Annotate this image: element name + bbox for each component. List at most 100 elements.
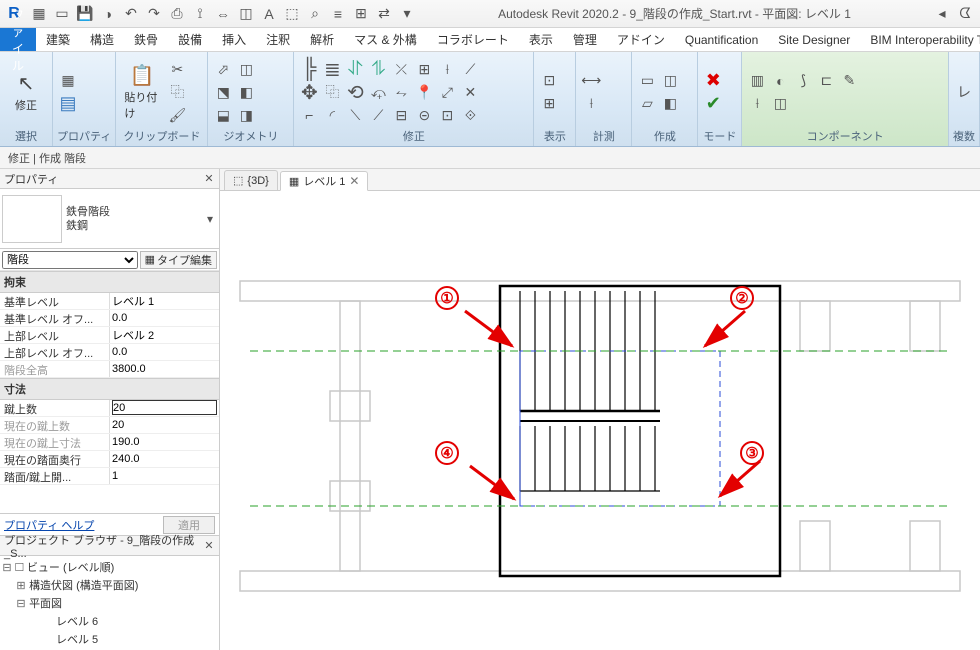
qat-section-icon[interactable]: ⌕ <box>304 3 326 25</box>
tab-steel[interactable]: 鉄骨 <box>124 28 168 51</box>
move-icon[interactable]: ✥ <box>298 81 320 103</box>
prop-palette-icon[interactable]: ▤ <box>57 93 79 115</box>
user-icon[interactable]: ᗧ <box>954 3 976 25</box>
split-g-icon[interactable]: ◧ <box>235 81 257 103</box>
qat-thin-icon[interactable]: ≡ <box>327 3 349 25</box>
file-tab[interactable]: ファイル <box>0 28 36 51</box>
align-icon[interactable]: ╠ <box>298 58 320 80</box>
trim-icon[interactable]: ⟊ <box>436 58 458 80</box>
tab-manage[interactable]: 管理 <box>563 28 607 51</box>
val-base-level[interactable] <box>112 293 217 308</box>
extend-icon[interactable]: ⟋ <box>459 58 481 80</box>
qat-redo-icon[interactable]: ↷ <box>143 3 165 25</box>
create1-icon[interactable]: ▭ <box>636 70 658 92</box>
run-icon[interactable]: ▥ <box>746 70 768 92</box>
qat-home-icon[interactable]: ▦ <box>28 3 50 25</box>
scale-icon[interactable]: ⤢ <box>436 81 458 103</box>
prop-top-off[interactable]: 上部レベル オフ... <box>0 344 219 361</box>
tab-close-icon[interactable]: ✕ <box>349 174 359 188</box>
split-icon[interactable]: ⤫ <box>390 58 412 80</box>
ext-s-icon[interactable]: ⟍ <box>344 104 366 126</box>
tree-l5[interactable]: レベル 5 <box>2 630 217 648</box>
gap-icon[interactable]: ⊟ <box>390 104 412 126</box>
tab-analyze[interactable]: 解析 <box>300 28 344 51</box>
qat-open-icon[interactable]: ▭ <box>51 3 73 25</box>
mirror-ax-icon[interactable]: ⥯ <box>344 58 366 80</box>
val-riser-ct[interactable] <box>112 400 217 415</box>
val-top-level[interactable] <box>112 327 217 342</box>
properties-close-icon[interactable]: ✕ <box>201 170 217 186</box>
override-icon[interactable]: ⊞ <box>538 93 560 115</box>
val-top-off[interactable] <box>112 344 217 359</box>
tab-view[interactable]: 表示 <box>519 28 563 51</box>
val-tread-d[interactable] <box>112 451 217 466</box>
tab-annot[interactable]: 注釈 <box>256 28 300 51</box>
tree-root[interactable]: ⊟ 🞎 ビュー (レベル順) <box>2 558 217 576</box>
tab-collab[interactable]: コラボレート <box>427 28 519 51</box>
prop-riser-ct[interactable]: 蹴上数 <box>0 400 219 417</box>
create2-icon[interactable]: ◫ <box>659 70 681 92</box>
properties-list[interactable]: 拘束 基準レベル 基準レベル オフ... 上部レベル 上部レベル オフ... 階… <box>0 271 219 513</box>
cope-icon[interactable]: ⬀ <box>212 58 234 80</box>
wall-j-icon[interactable]: ⬓ <box>212 104 234 126</box>
tree-l6[interactable]: レベル 6 <box>2 612 217 630</box>
type-dropdown-icon[interactable]: ▾ <box>203 212 217 226</box>
val-tread-rise[interactable] <box>112 468 217 483</box>
offset-icon[interactable]: ≣ <box>321 58 343 80</box>
tree-plan[interactable]: ⊟ 平面図 <box>2 594 217 612</box>
create4-icon[interactable]: ◧ <box>659 93 681 115</box>
browser-tree[interactable]: ⊟ 🞎 ビュー (レベル順) ⊞ 構造伏図 (構造平面図) ⊟ 平面図 レベル … <box>0 556 219 650</box>
mirror-dr-icon[interactable]: ⥮ <box>367 58 389 80</box>
tab-bim[interactable]: BIM Interoperability Tool <box>860 28 980 51</box>
multi-icon[interactable]: レ <box>953 81 975 103</box>
view-tab-level1[interactable]: ▦ レベル 1 ✕ <box>280 171 369 191</box>
copy-icon[interactable]: ⿻ <box>166 81 188 103</box>
split-el-icon[interactable]: ⥊ <box>390 81 412 103</box>
tab-insert[interactable]: 挿入 <box>212 28 256 51</box>
cut-g-icon[interactable]: ◫ <box>235 58 257 80</box>
trim-c-icon[interactable]: ⤽ <box>367 81 389 103</box>
join-icon[interactable]: ⬔ <box>212 81 234 103</box>
type-selector[interactable]: 鉄骨階段 鉄鋼 ▾ <box>0 189 219 249</box>
qat-text-icon[interactable]: A <box>258 3 280 25</box>
tab-arch[interactable]: 建築 <box>36 28 80 51</box>
browser-close-icon[interactable]: ✕ <box>201 537 217 553</box>
qat-dim-icon[interactable]: ⇔ <box>212 3 234 25</box>
measure-icon[interactable]: ⟷ <box>580 70 602 92</box>
arr-r-icon[interactable]: ⊡ <box>436 104 458 126</box>
modify-button[interactable]: ↖ 修正 <box>4 69 48 115</box>
rotate-icon[interactable]: ⟲ <box>344 81 366 103</box>
tab-mep[interactable]: 設備 <box>168 28 212 51</box>
val-base-off[interactable] <box>112 310 217 325</box>
prop-base-off[interactable]: 基準レベル オフ... <box>0 310 219 327</box>
prop-tread-d[interactable]: 現在の踏面奥行 <box>0 451 219 468</box>
create3-icon[interactable]: ▱ <box>636 93 658 115</box>
properties-help-link[interactable]: プロパティ ヘルプ <box>4 517 94 533</box>
view-tab-3d[interactable]: ⬚ {3D} <box>224 170 278 190</box>
qat-measure-icon[interactable]: ⟟ <box>189 3 211 25</box>
c1-icon[interactable]: ⟊ <box>746 93 768 115</box>
dim-m-icon[interactable]: ⟊ <box>580 93 602 115</box>
rail-icon[interactable]: ⊏ <box>815 70 837 92</box>
hide-icon[interactable]: ⊡ <box>538 70 560 92</box>
support-icon[interactable]: ⟆ <box>792 70 814 92</box>
category-select[interactable]: 階段 <box>2 251 138 269</box>
finish-mode-icon[interactable]: ✔ <box>702 93 724 115</box>
drawing-canvas[interactable]: ① ② ③ ④ <box>220 191 980 650</box>
tab-quant[interactable]: Quantification <box>675 28 768 51</box>
tab-mass[interactable]: マス & 外構 <box>344 28 427 51</box>
qat-tag-icon[interactable]: ◫ <box>235 3 257 25</box>
qat-save-icon[interactable]: 💾 <box>74 3 96 25</box>
unpin-icon[interactable]: ⊝ <box>413 104 435 126</box>
paste-button[interactable]: 📋 貼り付け <box>120 61 164 123</box>
qat-drop-icon[interactable]: ▾ <box>396 3 418 25</box>
qat-sync-icon[interactable]: ◑ <box>97 3 119 25</box>
tab-addin[interactable]: アドイン <box>607 28 675 51</box>
sketch-icon[interactable]: ✎ <box>838 70 860 92</box>
prop-tread-rise[interactable]: 踏面/蹴上開... <box>0 468 219 485</box>
cancel-mode-icon[interactable]: ✖ <box>702 70 724 92</box>
qat-3d-icon[interactable]: ⬚ <box>281 3 303 25</box>
qat-switch-icon[interactable]: ⇄ <box>373 3 395 25</box>
tab-site[interactable]: Site Designer <box>768 28 860 51</box>
landing-icon[interactable]: ◐ <box>769 70 791 92</box>
